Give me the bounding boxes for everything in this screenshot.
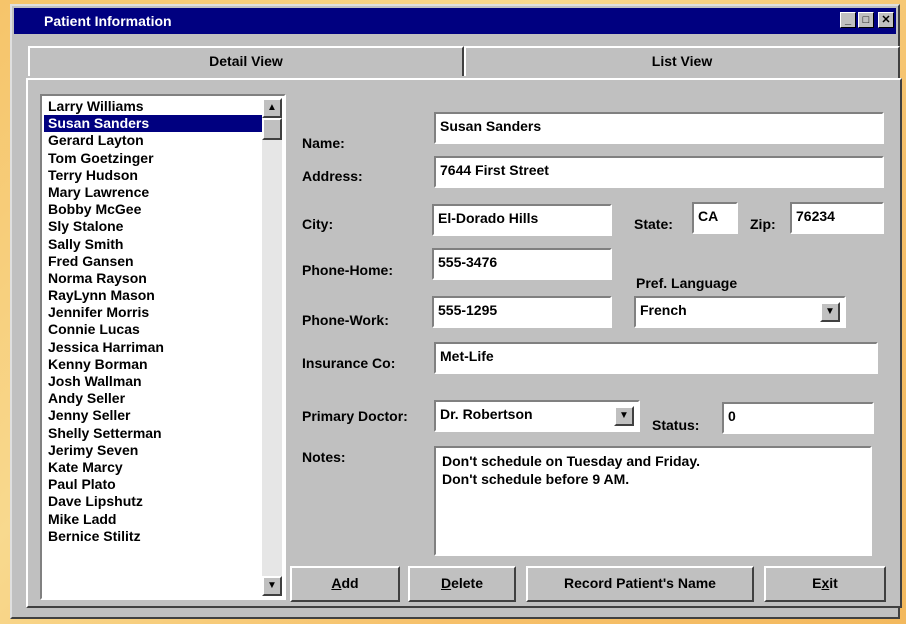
list-item[interactable]: Kenny Borman bbox=[44, 356, 266, 373]
zip-field[interactable]: 76234 bbox=[790, 202, 884, 234]
list-item[interactable]: Jerimy Seven bbox=[44, 442, 266, 459]
name-field[interactable]: Susan Sanders bbox=[434, 112, 884, 144]
phone-work-field[interactable]: 555-1295 bbox=[432, 296, 612, 328]
list-item[interactable]: Fred Gansen bbox=[44, 253, 266, 270]
exit-button[interactable]: Exit bbox=[764, 566, 886, 602]
delete-button[interactable]: Delete bbox=[408, 566, 516, 602]
scroll-up-arrow-icon[interactable]: ▲ bbox=[262, 98, 282, 118]
list-item[interactable]: Mike Ladd bbox=[44, 511, 266, 528]
notes-line: Don't schedule on Tuesday and Friday. bbox=[442, 453, 700, 469]
patient-list: Larry Williams Susan Sanders Gerard Layton… bbox=[44, 98, 266, 545]
list-item[interactable]: Sly Stalone bbox=[44, 218, 266, 235]
list-item[interactable]: Susan Sanders bbox=[44, 115, 266, 133]
list-item[interactable]: Gerard Layton bbox=[44, 132, 266, 149]
pref-language-label: Pref. Language bbox=[636, 275, 738, 291]
notes-line: Don't schedule before 9 AM. bbox=[442, 471, 630, 487]
phone-work-label: Phone-Work: bbox=[302, 312, 389, 328]
pref-language-select[interactable]: French ▼ bbox=[634, 296, 846, 328]
list-item[interactable]: Jessica Harriman bbox=[44, 339, 266, 356]
record-patients-name-button[interactable]: Record Patient's Name bbox=[526, 566, 754, 602]
list-item[interactable]: RayLynn Mason bbox=[44, 287, 266, 304]
phone-home-field[interactable]: 555-3476 bbox=[432, 248, 612, 280]
tab-detail-view[interactable]: Detail View bbox=[28, 46, 464, 76]
list-item[interactable]: Larry Williams bbox=[44, 98, 266, 115]
list-item[interactable]: Andy Seller bbox=[44, 390, 266, 407]
list-item[interactable]: Josh Wallman bbox=[44, 373, 266, 390]
close-button[interactable]: ✕ bbox=[878, 12, 894, 28]
scroll-down-arrow-icon[interactable]: ▼ bbox=[262, 576, 282, 596]
list-item[interactable]: Paul Plato bbox=[44, 476, 266, 493]
tab-list-view[interactable]: List View bbox=[464, 46, 900, 76]
list-item[interactable]: Mary Lawrence bbox=[44, 184, 266, 201]
primary-doctor-value: Dr. Robertson bbox=[440, 406, 533, 422]
dropdown-arrow-icon[interactable]: ▼ bbox=[820, 302, 840, 322]
insurance-field[interactable]: Met-Life bbox=[434, 342, 878, 374]
list-item[interactable]: Tom Goetzinger bbox=[44, 150, 266, 167]
dropdown-arrow-icon[interactable]: ▼ bbox=[614, 406, 634, 426]
window-title: Patient Information bbox=[44, 13, 172, 29]
phone-home-label: Phone-Home: bbox=[302, 262, 393, 278]
list-item[interactable]: Kate Marcy bbox=[44, 459, 266, 476]
zip-label: Zip: bbox=[750, 216, 776, 232]
list-item[interactable]: Jenny Seller bbox=[44, 407, 266, 424]
list-item[interactable]: Norma Rayson bbox=[44, 270, 266, 287]
state-field[interactable]: CA bbox=[692, 202, 738, 234]
primary-doctor-select[interactable]: Dr. Robertson ▼ bbox=[434, 400, 640, 432]
city-label: City: bbox=[302, 216, 334, 232]
city-field[interactable]: El-Dorado Hills bbox=[432, 204, 612, 236]
list-item[interactable]: Bobby McGee bbox=[44, 201, 266, 218]
add-button[interactable]: Add bbox=[290, 566, 400, 602]
list-item[interactable]: Shelly Setterman bbox=[44, 425, 266, 442]
notes-textarea[interactable]: Don't schedule on Tuesday and Friday. Do… bbox=[434, 446, 872, 556]
list-item[interactable]: Bernice Stilitz bbox=[44, 528, 266, 545]
insurance-label: Insurance Co: bbox=[302, 355, 396, 371]
status-label: Status: bbox=[652, 417, 700, 433]
name-label: Name: bbox=[302, 135, 345, 151]
primary-doctor-label: Primary Doctor: bbox=[302, 408, 408, 424]
notes-label: Notes: bbox=[302, 449, 346, 465]
list-item[interactable]: Terry Hudson bbox=[44, 167, 266, 184]
patient-listbox[interactable]: Larry Williams Susan Sanders Gerard Layton… bbox=[40, 94, 286, 600]
status-field[interactable]: 0 bbox=[722, 402, 874, 434]
minimize-button[interactable]: _ bbox=[840, 12, 856, 28]
list-item[interactable]: Connie Lucas bbox=[44, 321, 266, 338]
address-label: Address: bbox=[302, 168, 363, 184]
list-item[interactable]: Sally Smith bbox=[44, 236, 266, 253]
pref-language-value: French bbox=[640, 302, 687, 318]
address-field[interactable]: 7644 First Street bbox=[434, 156, 884, 188]
list-item[interactable]: Jennifer Morris bbox=[44, 304, 266, 321]
maximize-button[interactable]: □ bbox=[858, 12, 874, 28]
list-item[interactable]: Dave Lipshutz bbox=[44, 493, 266, 510]
scroll-thumb[interactable] bbox=[262, 118, 282, 140]
listbox-scrollbar[interactable]: ▲ ▼ bbox=[262, 98, 282, 596]
title-bar[interactable]: Patient Information _ □ ✕ bbox=[14, 8, 896, 34]
state-label: State: bbox=[634, 216, 673, 232]
